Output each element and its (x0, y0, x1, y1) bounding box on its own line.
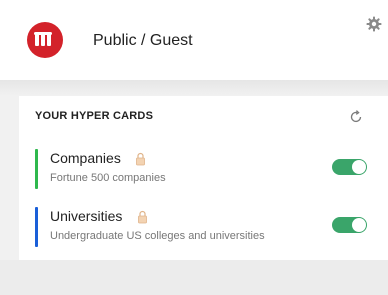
hyper-logo (27, 22, 63, 58)
refresh-icon[interactable] (349, 110, 363, 124)
card-accent-bar (35, 149, 38, 189)
bottom-strip (0, 260, 388, 295)
account-name[interactable]: Public / Guest (93, 32, 193, 50)
card-name[interactable]: Companies (50, 150, 121, 166)
toggle-knob (352, 160, 366, 174)
toggle-knob (352, 218, 366, 232)
gear-icon[interactable] (366, 16, 382, 32)
header-divider (0, 80, 388, 96)
card-accent-bar (35, 207, 38, 247)
card-companies: Companies Fortune 500 companies (19, 149, 388, 191)
lock-icon (136, 152, 145, 166)
card-name[interactable]: Universities (50, 208, 122, 224)
lock-icon (138, 210, 147, 224)
card-universities: Universities Undergraduate US colleges a… (19, 207, 388, 249)
section-title: YOUR HYPER CARDS (35, 110, 154, 122)
card-description: Fortune 500 companies (50, 172, 166, 184)
card-toggle[interactable] (332, 159, 367, 175)
header: Public / Guest (0, 0, 388, 80)
card-toggle[interactable] (332, 217, 367, 233)
hyper-cards-panel: YOUR HYPER CARDS Companies Fortune 500 c… (19, 96, 388, 260)
hyper-logo-icon (34, 32, 52, 46)
card-description: Undergraduate US colleges and universiti… (50, 230, 265, 242)
